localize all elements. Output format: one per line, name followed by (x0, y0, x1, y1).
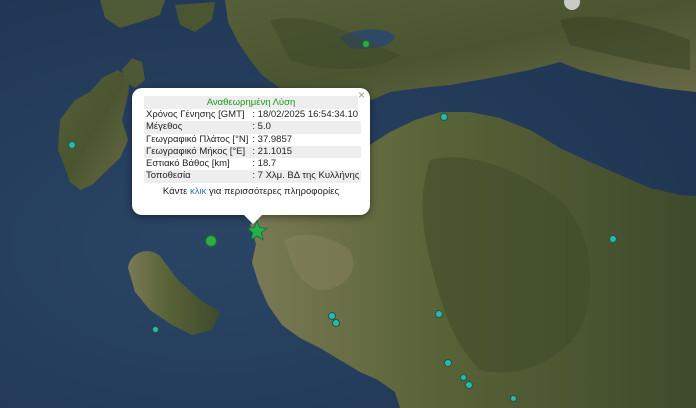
detail-label: Χρόνος Γένησης [GMT] (144, 109, 251, 122)
footer-text-post: για περισσότερες πληροφορίες (206, 185, 340, 197)
earthquake-marker[interactable] (444, 359, 452, 367)
detail-row: Γεωγραφικό Πλάτος [°N] : 37.9857 (144, 133, 362, 146)
detail-value: : 7 Χλμ. ΒΔ της Κυλλήνης (250, 170, 362, 183)
earthquake-details-table: Χρόνος Γένησης [GMT] : 18/02/2025 16:54:… (144, 109, 362, 183)
earthquake-marker[interactable] (460, 374, 467, 381)
detail-row: Γεωγραφικό Μήκος [°E] : 21.1015 (144, 145, 362, 159)
earthquake-marker[interactable] (510, 395, 517, 402)
detail-label: Γεωγραφικό Πλάτος [°N] (144, 133, 251, 146)
map-view[interactable]: × Αναθεωρημένη Λύση Χρόνος Γένησης [GMT]… (0, 0, 696, 408)
earthquake-marker[interactable] (152, 326, 159, 333)
earthquake-marker[interactable] (435, 310, 443, 318)
earthquake-marker[interactable] (362, 40, 370, 48)
earthquake-marker[interactable] (205, 235, 217, 247)
detail-label: Μέγεθος (144, 121, 251, 134)
earthquake-marker[interactable] (332, 319, 340, 327)
more-info-link[interactable]: κλικ (190, 186, 206, 197)
detail-row: Τοποθεσία : 7 Χλμ. ΒΔ της Κυλλήνης (144, 170, 362, 183)
detail-value: : 37.9857 (250, 133, 362, 146)
popup-footer: Κάντε κλικ για περισσότερες πληροφορίες (144, 186, 358, 197)
detail-label: Εστιακό Βάθος [km] (144, 158, 251, 171)
detail-label: Τοποθεσία (144, 170, 251, 183)
close-icon[interactable]: × (358, 89, 365, 101)
detail-value: : 18/02/2025 16:54:34.10 (250, 109, 362, 122)
earthquake-marker[interactable] (68, 141, 76, 149)
footer-text-pre: Κάντε (162, 185, 190, 197)
detail-row: Χρόνος Γένησης [GMT] : 18/02/2025 16:54:… (144, 109, 362, 122)
earthquake-marker[interactable] (609, 235, 617, 243)
detail-row: Εστιακό Βάθος [km] : 18.7 (144, 158, 362, 171)
earthquake-marker[interactable] (465, 381, 473, 389)
popup-title: Αναθεωρημένη Λύση (144, 96, 358, 109)
detail-row: Μέγεθος : 5.0 (144, 121, 362, 134)
detail-value: : 5.0 (250, 121, 362, 134)
detail-value: : 21.1015 (250, 145, 362, 159)
earthquake-popup: × Αναθεωρημένη Λύση Χρόνος Γένησης [GMT]… (132, 88, 370, 224)
detail-label: Γεωγραφικό Μήκος [°E] (144, 145, 251, 159)
detail-value: : 18.7 (250, 158, 362, 171)
earthquake-marker[interactable] (440, 113, 448, 121)
